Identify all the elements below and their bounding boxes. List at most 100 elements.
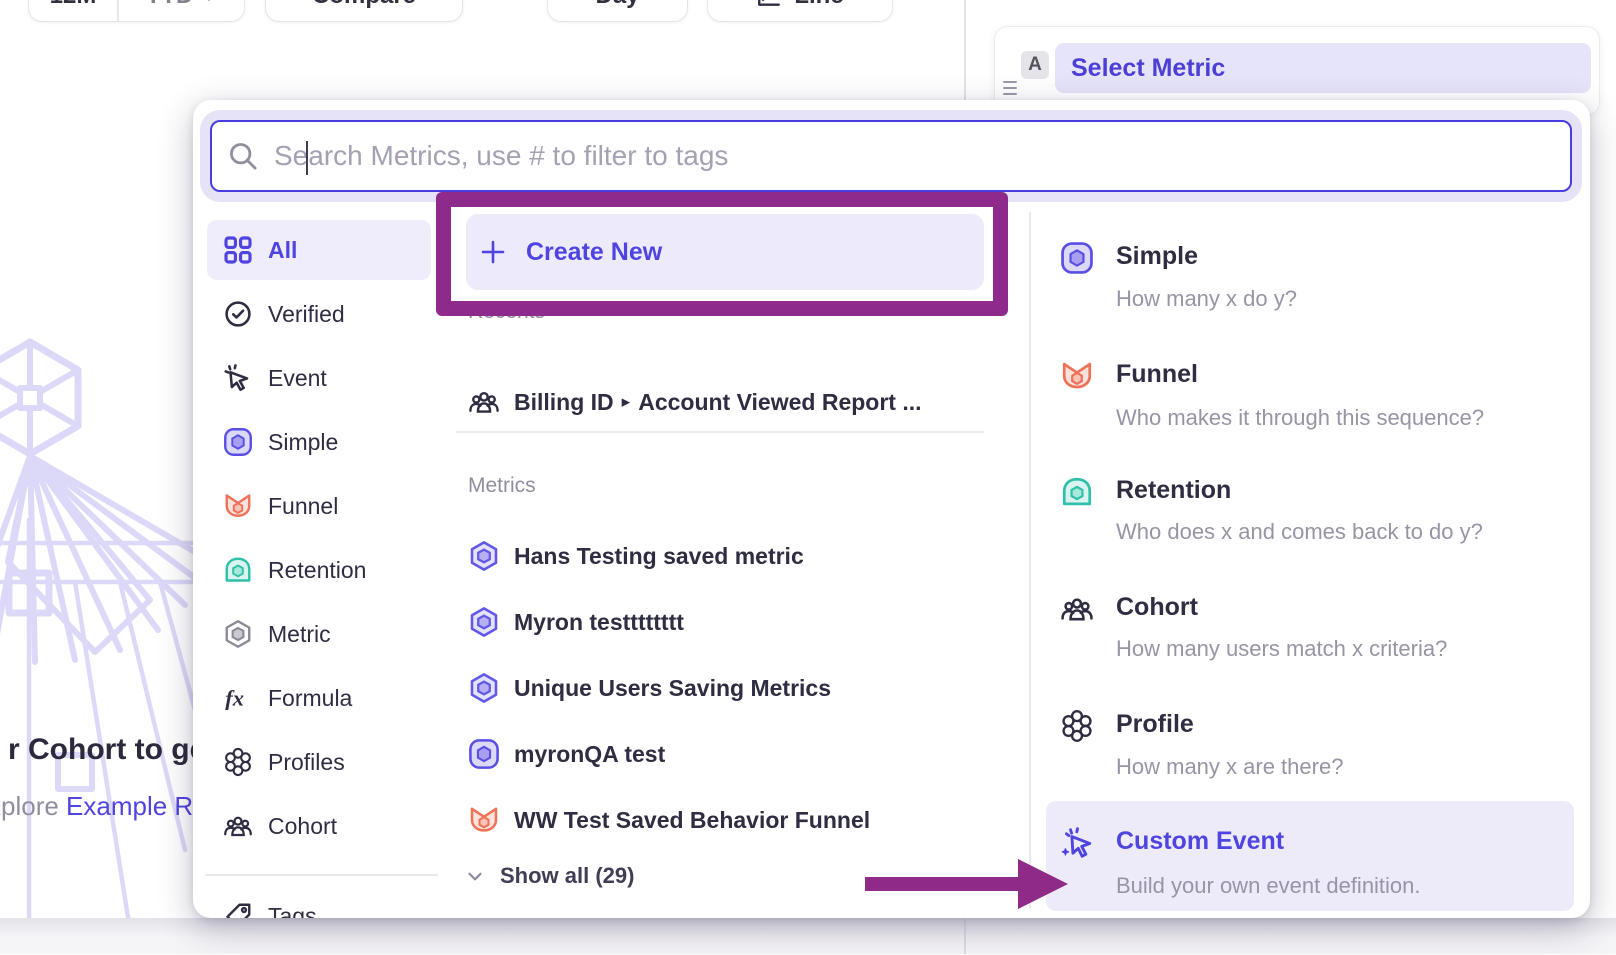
sidebar-item-label: Profiles (268, 749, 345, 776)
sidebar-item-label: Verified (268, 301, 345, 328)
sidebar-item-all[interactable]: All (193, 220, 443, 280)
sidebar-item-label: All (268, 237, 297, 264)
search-input[interactable] (274, 122, 1570, 190)
select-metric-label: Select Metric (1071, 54, 1225, 83)
sidebar-item-metric[interactable]: Metric (193, 604, 443, 664)
recent-item-billing[interactable]: Billing ID ▸ Account Viewed Report ... (468, 384, 988, 420)
sidebar-item-label: Tags (268, 903, 317, 919)
sidebar-item-profiles[interactable]: Profiles (193, 732, 443, 792)
sidebar-item-simple[interactable]: Simple (193, 412, 443, 472)
verified-badge-icon (223, 299, 253, 329)
compare-label: Compare (312, 0, 416, 10)
panel-divider-bottom (964, 918, 966, 954)
sidebar-item-event[interactable]: Event (193, 348, 443, 408)
simple-metric-icon (1060, 241, 1094, 275)
type-custom-event-desc: Build your own event definition. (1116, 873, 1421, 899)
cohort-people-icon (223, 811, 253, 841)
metric-item-name: Hans Testing saved metric (514, 543, 804, 570)
metric-item-name: myronQA test (514, 741, 665, 768)
metric-item[interactable]: Myron testttttttt (468, 604, 988, 640)
recent-item-secondary: Account Viewed Report ... (638, 389, 921, 416)
tag-icon (223, 901, 253, 918)
grid-icon (223, 235, 253, 265)
example-link[interactable]: Example R (66, 791, 193, 821)
type-cohort-desc: How many users match x criteria? (1116, 636, 1447, 662)
empty-state-title-fragment: r Cohort to ge (8, 733, 206, 767)
annotation-arrow (865, 877, 1020, 891)
breadcrumb-arrow-icon: ▸ (622, 392, 631, 412)
show-all-button[interactable]: Show all (29) (464, 863, 634, 889)
metric-item[interactable]: myronQA test (468, 736, 988, 772)
panel-divider-top (964, 0, 966, 100)
type-profile-desc: How many x are there? (1116, 754, 1343, 780)
metric-item-name: Myron testttttttt (514, 609, 684, 636)
series-badge-label: A (1028, 54, 1042, 76)
type-cohort[interactable]: Cohort (1116, 593, 1198, 622)
search-bar (210, 120, 1572, 192)
cohort-people-icon (1060, 592, 1094, 626)
recents-metrics-divider (456, 431, 984, 433)
search-icon (228, 141, 258, 171)
chart-type-label: Line (794, 0, 843, 10)
range-12m-label: 12M (50, 0, 97, 10)
type-funnel[interactable]: Funnel (1116, 360, 1198, 389)
empty-state-subtitle-fragment: xplore (0, 791, 66, 821)
metric-hexagon-icon (468, 672, 500, 704)
cohort-people-icon (468, 386, 500, 418)
funnel-icon (468, 804, 500, 836)
simple-metric-icon (223, 427, 253, 457)
chevron-down-icon (201, 0, 217, 2)
select-metric-modal: All Verified Event Simple Funnel Retenti… (193, 100, 1590, 918)
custom-event-icon (1060, 826, 1094, 860)
type-retention[interactable]: Retention (1116, 476, 1231, 505)
type-custom-event[interactable]: Custom Event (1116, 827, 1284, 856)
metric-item[interactable]: Hans Testing saved metric (468, 538, 988, 574)
chevron-down-icon (464, 865, 486, 887)
sidebar-item-cohort[interactable]: Cohort (193, 796, 443, 856)
simple-metric-icon (468, 738, 500, 770)
column-divider (1029, 212, 1031, 908)
type-simple[interactable]: Simple (1116, 242, 1198, 271)
create-new-button[interactable]: Create New (466, 214, 984, 290)
drag-handle-icon[interactable] (1003, 81, 1018, 95)
series-badge: A (1021, 51, 1049, 79)
plus-icon (480, 239, 506, 265)
metrics-header: Metrics (468, 474, 536, 498)
funnel-icon (223, 491, 253, 521)
granularity-button[interactable]: Day (547, 0, 688, 22)
type-funnel-desc: Who makes it through this sequence? (1116, 405, 1484, 431)
granularity-label: Day (595, 0, 639, 10)
select-metric-field[interactable]: Select Metric (1055, 43, 1591, 93)
recent-item-primary: Billing ID (514, 389, 614, 416)
metric-hexagon-icon (468, 606, 500, 638)
metric-item-name: WW Test Saved Behavior Funnel (514, 807, 870, 834)
chart-type-button[interactable]: Line (707, 0, 893, 22)
event-cursor-icon (223, 363, 253, 393)
sidebar-item-label: Simple (268, 429, 338, 456)
type-profile[interactable]: Profile (1116, 710, 1194, 739)
sidebar-item-label: Metric (268, 621, 331, 648)
background-bottom-strip (0, 918, 1616, 954)
range-ytd-button[interactable]: YTD (119, 0, 245, 21)
compare-button[interactable]: Compare (265, 0, 463, 22)
range-12m-button[interactable]: 12M (29, 0, 117, 21)
date-range-control[interactable]: 12M YTD (28, 0, 245, 22)
sidebar-item-formula[interactable]: fx Formula (193, 668, 443, 728)
type-retention-desc: Who does x and comes back to do y? (1116, 519, 1483, 545)
background-illustration (0, 330, 195, 955)
metric-hexagon-icon (223, 619, 253, 649)
profiles-flower-icon (223, 747, 253, 777)
sidebar-divider (205, 874, 438, 876)
metric-item-name: Unique Users Saving Metrics (514, 675, 831, 702)
sidebar-item-retention[interactable]: Retention (193, 540, 443, 600)
sidebar-item-label: Cohort (268, 813, 337, 840)
sidebar-item-tags[interactable]: Tags (193, 886, 443, 918)
metric-item[interactable]: WW Test Saved Behavior Funnel (468, 802, 988, 838)
show-all-label: Show all (29) (500, 863, 634, 889)
sidebar-item-verified[interactable]: Verified (193, 284, 443, 344)
metric-item[interactable]: Unique Users Saving Metrics (468, 670, 988, 706)
sidebar-item-label: Formula (268, 685, 352, 712)
funnel-icon (1060, 359, 1094, 393)
sidebar-item-funnel[interactable]: Funnel (193, 476, 443, 536)
recents-header: Recents (468, 300, 545, 324)
